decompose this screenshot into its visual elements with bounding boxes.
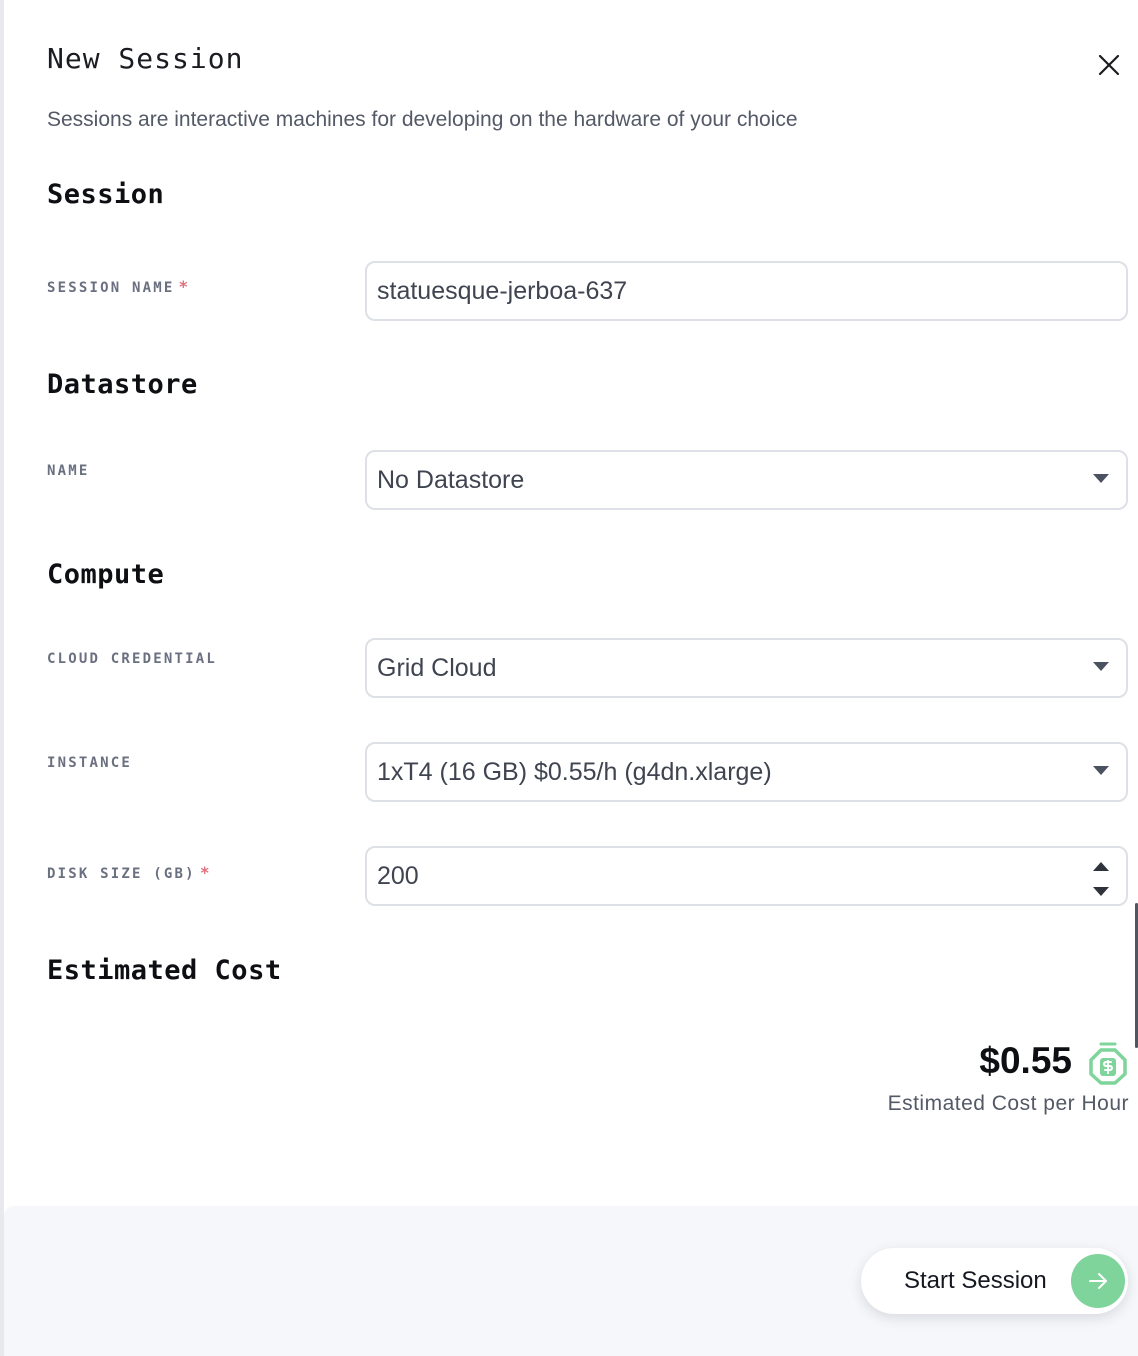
cloud-credential-select[interactable]: Grid Cloud: [365, 638, 1128, 698]
close-icon: [1098, 54, 1120, 76]
dialog-left-border: [0, 0, 4, 1356]
datastore-name-label: NAME: [47, 463, 90, 479]
chevron-down-icon: [1093, 766, 1109, 775]
disk-size-label-text: DISK SIZE (GB): [47, 866, 196, 882]
datastore-select[interactable]: No Datastore: [365, 450, 1128, 510]
disk-size-value: 200: [377, 861, 419, 890]
session-name-label-text: SESSION NAME: [47, 280, 175, 296]
section-heading-datastore: Datastore: [47, 369, 198, 400]
dialog-title: New Session: [47, 42, 244, 75]
required-marker: *: [178, 277, 191, 296]
arrow-right-glyph: [1089, 1273, 1107, 1289]
instance-select[interactable]: 1xT4 (16 GB) $0.55/h (g4dn.xlarge): [365, 742, 1128, 802]
dialog-subtitle: Sessions are interactive machines for de…: [47, 108, 798, 131]
session-name-input[interactable]: statuesque-jerboa-637: [365, 261, 1128, 321]
required-marker: *: [199, 863, 212, 882]
session-name-value: statuesque-jerboa-637: [377, 276, 628, 305]
datastore-selected-value: No Datastore: [377, 465, 525, 494]
new-session-dialog: New Session Sessions are interactive mac…: [0, 0, 1138, 1356]
stopwatch-dollar-icon: [1089, 1042, 1127, 1085]
disk-size-input[interactable]: 200: [365, 846, 1128, 906]
estimated-cost-caption: Estimated Cost per Hour: [887, 1092, 1129, 1115]
cloud-credential-label: CLOUD CREDENTIAL: [47, 651, 218, 667]
decrement-arrow-icon[interactable]: [1093, 887, 1109, 896]
section-heading-session: Session: [47, 179, 165, 210]
section-heading-compute: Compute: [47, 559, 165, 590]
estimated-cost-amount: $0.55: [979, 1040, 1072, 1081]
close-button[interactable]: [1094, 50, 1124, 80]
disk-size-stepper: [1092, 860, 1110, 896]
chevron-down-icon: [1093, 474, 1109, 483]
instance-selected-value: 1xT4 (16 GB) $0.55/h (g4dn.xlarge): [377, 757, 772, 786]
chevron-down-icon: [1093, 662, 1109, 671]
start-session-label: Start Session: [904, 1267, 1047, 1294]
section-heading-estimated-cost: Estimated Cost: [47, 955, 282, 986]
increment-arrow-icon[interactable]: [1093, 862, 1109, 871]
arrow-right-icon: [1071, 1254, 1125, 1308]
disk-size-label: DISK SIZE (GB) *: [47, 863, 212, 882]
session-name-label: SESSION NAME *: [47, 277, 190, 296]
cloud-credential-selected-value: Grid Cloud: [377, 653, 497, 682]
start-session-button[interactable]: Start Session: [861, 1248, 1128, 1314]
instance-label: INSTANCE: [47, 755, 133, 771]
